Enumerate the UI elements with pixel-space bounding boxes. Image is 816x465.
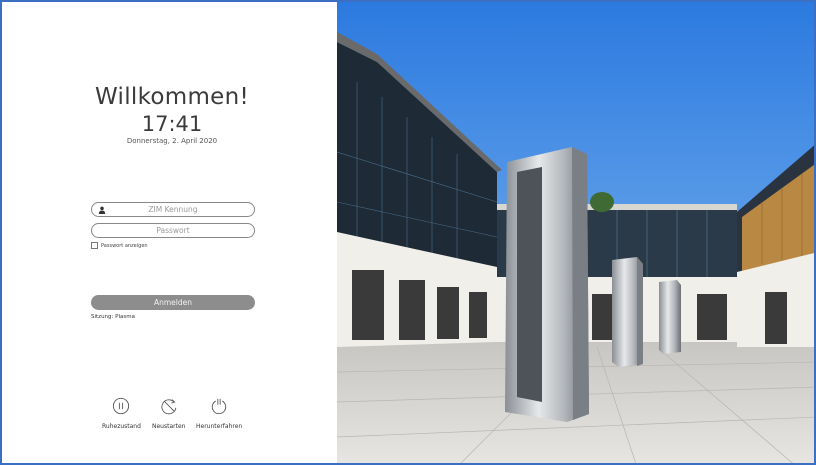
user-icon	[98, 206, 106, 214]
session-selector[interactable]: Sitzung: Plasma	[91, 314, 135, 320]
password-field[interactable]: Passwort	[91, 223, 255, 238]
suspend-label: Ruhezustand	[102, 423, 141, 430]
screen-frame: Willkommen! 17:41 Donnerstag, 2. April 2…	[0, 0, 816, 465]
username-field[interactable]: ZIM Kennung	[91, 202, 255, 217]
suspend-button[interactable]: Ruhezustand	[102, 397, 141, 430]
login-panel: Willkommen! 17:41 Donnerstag, 2. April 2…	[2, 2, 337, 463]
shutdown-label: Herunterfahren	[196, 423, 243, 430]
clock: 17:41	[141, 112, 203, 136]
welcome-heading: Willkommen!	[94, 84, 250, 110]
show-password-label: Passwort anzeigen	[101, 242, 148, 249]
date-label: Donnerstag, 2. April 2020	[126, 137, 218, 145]
password-placeholder: Passwort	[156, 226, 190, 235]
login-button[interactable]: Anmelden	[91, 295, 255, 310]
restart-label: Neustarten	[152, 423, 186, 430]
suspend-icon	[113, 397, 130, 415]
background-photo	[337, 2, 814, 463]
username-placeholder: ZIM Kennung	[148, 205, 198, 214]
shutdown-button[interactable]: Herunterfahren	[196, 397, 242, 430]
restart-button[interactable]: Neustarten	[152, 397, 185, 430]
show-password-toggle[interactable]: Passwort anzeigen	[91, 242, 148, 249]
campus-building-photo	[337, 2, 814, 463]
restart-icon	[161, 399, 177, 415]
shutdown-icon	[211, 398, 227, 415]
show-password-checkbox[interactable]	[91, 242, 98, 249]
